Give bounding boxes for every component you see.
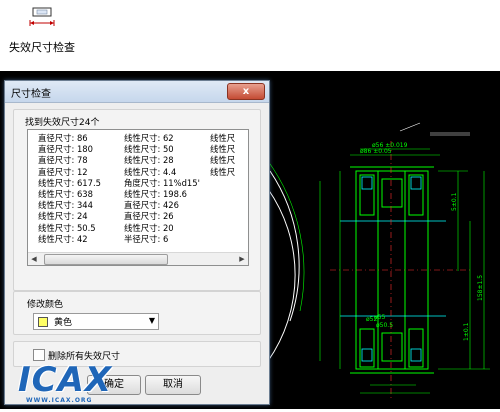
- chevron-down-icon: ▼: [148, 316, 155, 325]
- svg-text:158±1.5: 158±1.5: [477, 275, 484, 301]
- found-count-label: 找到失效尺寸24个: [25, 118, 100, 128]
- dimension-check-tool-button[interactable]: 失效尺寸检查: [4, 4, 80, 56]
- tool-label: 失效尺寸检查: [9, 41, 75, 54]
- color-select-value: 黄色: [54, 318, 73, 328]
- svg-text:1±0.1: 1±0.1: [463, 322, 470, 341]
- list-item[interactable]: 直径尺寸: 12: [38, 167, 101, 178]
- dimension-check-dialog: 尺寸检查 x 找到失效尺寸24个 直径尺寸: 86 直径尺寸: 180 直径尺寸…: [4, 80, 270, 405]
- color-select[interactable]: 黄色 ▼: [33, 313, 159, 330]
- watermark-site: WWW.ICAX.ORG: [26, 397, 93, 404]
- horizontal-scrollbar[interactable]: ◀ ▶: [28, 252, 248, 265]
- modify-color-label: 修改颜色: [27, 300, 64, 310]
- list-item[interactable]: 直径尺寸: 426: [124, 200, 200, 211]
- list-item[interactable]: 直径尺寸: 78: [38, 155, 101, 166]
- list-column-3: 线性尺 线性尺 线性尺 线性尺: [210, 133, 235, 178]
- svg-text:ø55: ø55: [374, 314, 385, 321]
- list-item[interactable]: 线性尺寸: 198.6: [124, 189, 200, 200]
- list-item[interactable]: 线性尺寸: 638: [38, 189, 101, 200]
- watermark-logo: ICAX: [18, 360, 113, 400]
- list-item[interactable]: 线性尺寸: 50.5: [38, 223, 101, 234]
- list-item[interactable]: 线性尺寸: 42: [38, 234, 101, 245]
- list-item[interactable]: 角度尺寸: 11%d15': [124, 178, 200, 189]
- close-button[interactable]: x: [227, 83, 265, 100]
- list-item[interactable]: 线性尺: [210, 133, 235, 144]
- list-item[interactable]: 直径尺寸: 26: [124, 211, 200, 222]
- icax-watermark: ICAX WWW.ICAX.ORG: [6, 360, 134, 409]
- list-item[interactable]: 线性尺寸: 50: [124, 144, 200, 155]
- list-item[interactable]: 线性尺寸: 24: [38, 211, 101, 222]
- list-column-1: 直径尺寸: 86 直径尺寸: 180 直径尺寸: 78 直径尺寸: 12 线性尺…: [38, 133, 101, 245]
- list-item[interactable]: 线性尺寸: 62: [124, 133, 200, 144]
- list-column-2: 线性尺寸: 62 线性尺寸: 50 线性尺寸: 28 线性尺寸: 4.4 角度尺…: [124, 133, 200, 245]
- dialog-title: 尺寸检查: [11, 89, 51, 100]
- svg-text:ø86 ±0.05: ø86 ±0.05: [360, 148, 392, 155]
- scroll-right-icon[interactable]: ▶: [236, 253, 248, 265]
- list-item[interactable]: 半径尺寸: 6: [124, 234, 200, 245]
- svg-text:ø50.5: ø50.5: [376, 322, 393, 329]
- svg-text:5±0.1: 5±0.1: [451, 192, 458, 211]
- list-item[interactable]: 线性尺: [210, 144, 235, 155]
- list-item[interactable]: 直径尺寸: 86: [38, 133, 101, 144]
- invalid-dimension-list[interactable]: 直径尺寸: 86 直径尺寸: 180 直径尺寸: 78 直径尺寸: 12 线性尺…: [27, 129, 249, 266]
- cancel-button[interactable]: 取消: [145, 375, 201, 395]
- scroll-left-icon[interactable]: ◀: [28, 253, 40, 265]
- dialog-titlebar[interactable]: 尺寸检查 x: [5, 81, 269, 103]
- list-item[interactable]: 线性尺: [210, 167, 235, 178]
- color-swatch: [38, 317, 48, 327]
- list-item[interactable]: 线性尺寸: 344: [38, 200, 101, 211]
- list-item[interactable]: 直径尺寸: 180: [38, 144, 101, 155]
- list-item[interactable]: 线性尺: [210, 155, 235, 166]
- list-item[interactable]: 线性尺寸: 617.5: [38, 178, 101, 189]
- list-item[interactable]: 线性尺寸: 20: [124, 223, 200, 234]
- list-item[interactable]: 线性尺寸: 4.4: [124, 167, 200, 178]
- dimension-check-icon: [29, 7, 55, 26]
- list-item[interactable]: 线性尺寸: 28: [124, 155, 200, 166]
- scroll-thumb[interactable]: [44, 254, 168, 265]
